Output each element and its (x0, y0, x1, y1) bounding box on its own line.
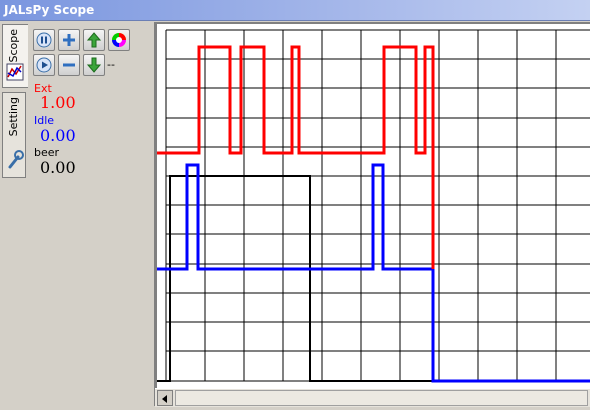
scroll-left-button[interactable] (157, 390, 173, 406)
title-bar: JALsPy Scope (0, 0, 590, 21)
zoom-in-button[interactable] (58, 29, 80, 51)
wrench-icon (8, 150, 24, 169)
scope-plot (157, 29, 590, 383)
pause-icon (36, 32, 52, 48)
window-title: JALsPy Scope (4, 3, 95, 17)
channel-ext-value: 1.00 (40, 93, 76, 112)
tab-setting[interactable]: Setting (2, 92, 26, 178)
pause-button[interactable] (33, 29, 55, 51)
channel-idle-value: 0.00 (40, 126, 76, 145)
minus-icon (63, 63, 75, 67)
tab-setting-label: Setting (7, 97, 20, 137)
color-wheel-icon (112, 33, 126, 47)
channel-beer-value: 0.00 (40, 158, 76, 177)
move-up-button[interactable] (83, 29, 105, 51)
zoom-out-button[interactable] (58, 54, 80, 76)
horizontal-scrollbar[interactable] (155, 388, 590, 407)
scrollbar-thumb[interactable] (175, 390, 588, 406)
play-button[interactable] (33, 54, 55, 76)
arrow-up-icon (86, 32, 102, 48)
color-button[interactable] (108, 29, 130, 51)
chart-icon (6, 63, 24, 81)
extra-label: -- (107, 58, 115, 71)
triangle-left-icon (162, 395, 167, 403)
vertical-tab-strip: Scope Setting (0, 22, 29, 406)
arrow-down-icon (86, 57, 102, 73)
move-down-button[interactable] (83, 54, 105, 76)
scope-display (155, 22, 590, 388)
plus-icon (63, 34, 75, 46)
play-icon (36, 57, 52, 73)
trace-idle (157, 163, 590, 383)
tab-scope[interactable]: Scope (2, 24, 29, 88)
tab-scope-label: Scope (7, 29, 20, 63)
control-panel: -- Ext 1.00 Idle 0.00 beer 0.00 (28, 22, 155, 406)
